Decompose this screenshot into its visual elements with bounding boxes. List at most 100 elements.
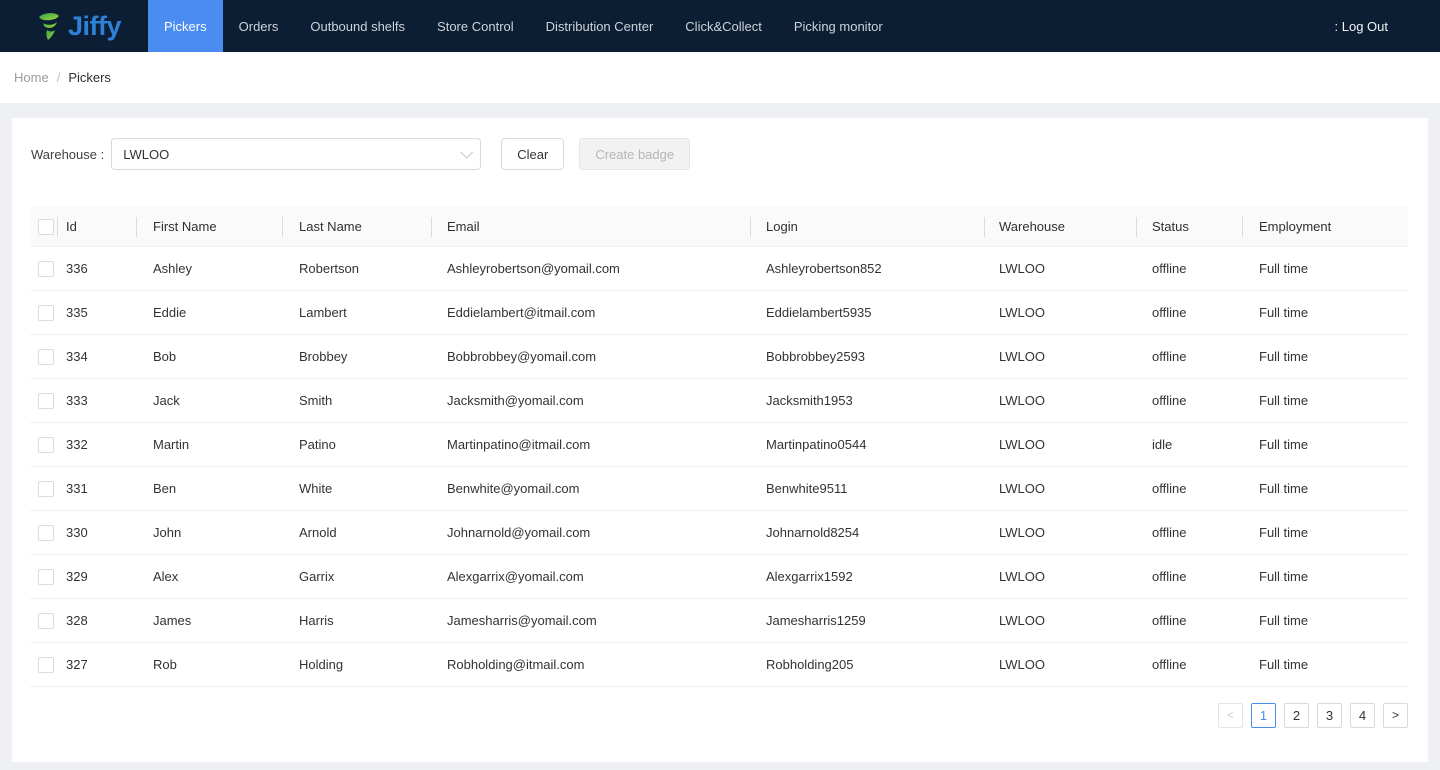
cell-warehouse: LWLOO bbox=[999, 437, 1045, 452]
row-checkbox[interactable] bbox=[38, 480, 54, 497]
cell-warehouse: LWLOO bbox=[999, 305, 1045, 320]
cell-employment: Full time bbox=[1259, 393, 1309, 408]
cell-last-name: Harris bbox=[299, 613, 334, 628]
table-row[interactable]: 335 Eddie Lambert Eddielambert@itmail.co… bbox=[30, 291, 1408, 335]
cell-login: Alexgarrix1592 bbox=[766, 569, 853, 584]
logo: Jiffy bbox=[0, 0, 148, 52]
chevron-down-icon bbox=[460, 145, 474, 159]
create-badge-button[interactable]: Create badge bbox=[579, 138, 691, 170]
nav-item-click-collect[interactable]: Click&Collect bbox=[669, 0, 778, 52]
nav-item-store-control[interactable]: Store Control bbox=[421, 0, 530, 52]
header-cell-status: Status bbox=[1137, 207, 1243, 246]
cell-email: Johnarnold@yomail.com bbox=[447, 525, 591, 540]
cell-warehouse: LWLOO bbox=[999, 261, 1045, 276]
row-checkbox[interactable] bbox=[38, 524, 54, 541]
nav-items: Pickers Orders Outbound shelfs Store Contro… bbox=[148, 0, 899, 52]
table-row[interactable]: 328 James Harris Jamesharris@yomail.com … bbox=[30, 599, 1408, 643]
table-row[interactable]: 327 Rob Holding Robholding@itmail.com Ro… bbox=[30, 643, 1408, 687]
cell-first-name: James bbox=[153, 613, 192, 628]
cell-checkbox bbox=[30, 335, 58, 378]
header-cell-checkbox bbox=[30, 207, 58, 246]
cell-employment: Full time bbox=[1259, 613, 1309, 628]
cell-first-name: Eddie bbox=[153, 305, 187, 320]
cell-id: 332 bbox=[66, 437, 88, 452]
warehouse-select-value: LWLOO bbox=[123, 146, 170, 162]
table-row[interactable]: 331 Ben White Benwhite@yomail.com Benwhi… bbox=[30, 467, 1408, 511]
cell-login: Eddielambert5935 bbox=[766, 305, 872, 320]
table-row[interactable]: 336 Ashley Robertson Ashleyrobertson@yom… bbox=[30, 247, 1408, 291]
table-row[interactable]: 334 Bob Brobbey Bobbrobbey@yomail.com Bo… bbox=[30, 335, 1408, 379]
cell-employment: Full time bbox=[1259, 261, 1309, 276]
clear-button[interactable]: Clear bbox=[501, 138, 565, 170]
pagination-page-3[interactable]: 3 bbox=[1317, 703, 1342, 728]
cell-email: Eddielambert@itmail.com bbox=[447, 305, 596, 320]
cell-last-name: Patino bbox=[299, 437, 336, 452]
table-row[interactable]: 333 Jack Smith Jacksmith@yomail.com Jack… bbox=[30, 379, 1408, 423]
table-body: 336 Ashley Robertson Ashleyrobertson@yom… bbox=[30, 247, 1408, 687]
row-checkbox[interactable] bbox=[38, 392, 54, 409]
cell-id: 335 bbox=[66, 305, 88, 320]
cell-last-name: Garrix bbox=[299, 569, 335, 584]
row-checkbox[interactable] bbox=[38, 348, 54, 365]
cell-first-name: Alex bbox=[153, 569, 179, 584]
cell-checkbox bbox=[30, 379, 58, 422]
table-row[interactable]: 330 John Arnold Johnarnold@yomail.com Jo… bbox=[30, 511, 1408, 555]
cell-last-name: White bbox=[299, 481, 333, 496]
cell-employment: Full time bbox=[1259, 569, 1309, 584]
nav-item-distribution-center[interactable]: Distribution Center bbox=[530, 0, 670, 52]
cell-first-name: Jack bbox=[153, 393, 180, 408]
select-all-checkbox[interactable] bbox=[38, 218, 54, 235]
table-row[interactable]: 329 Alex Garrix Alexgarrix@yomail.com Al… bbox=[30, 555, 1408, 599]
cell-last-name: Brobbey bbox=[299, 349, 348, 364]
pagination-prev-icon[interactable]: < bbox=[1218, 703, 1243, 728]
header-cell-login: Login bbox=[751, 207, 985, 246]
cell-status: offline bbox=[1152, 569, 1187, 584]
warehouse-select[interactable]: LWLOO bbox=[111, 138, 482, 170]
warehouse-label: Warehouse : bbox=[31, 146, 105, 162]
cell-id: 327 bbox=[66, 657, 88, 672]
pagination-page-4[interactable]: 4 bbox=[1350, 703, 1375, 728]
cell-employment: Full time bbox=[1259, 349, 1309, 364]
cell-checkbox bbox=[30, 555, 58, 598]
cell-checkbox bbox=[30, 247, 58, 290]
pagination-next-icon[interactable]: > bbox=[1383, 703, 1408, 728]
row-checkbox[interactable] bbox=[38, 656, 54, 673]
header-cell-employment: Employment bbox=[1259, 219, 1332, 234]
nav-item-outbound-shelfs[interactable]: Outbound shelfs bbox=[294, 0, 421, 52]
row-checkbox[interactable] bbox=[38, 304, 54, 321]
header-cell-first-name: First Name bbox=[137, 207, 283, 246]
cell-employment: Full time bbox=[1259, 437, 1309, 452]
cell-id: 334 bbox=[66, 349, 88, 364]
cell-login: Bobbrobbey2593 bbox=[766, 349, 866, 364]
table-row[interactable]: 332 Martin Patino Martinpatino@itmail.co… bbox=[30, 423, 1408, 467]
cell-status: idle bbox=[1152, 437, 1173, 452]
cell-id: 330 bbox=[66, 525, 88, 540]
row-checkbox[interactable] bbox=[38, 568, 54, 585]
cell-id: 333 bbox=[66, 393, 88, 408]
pagination-page-2[interactable]: 2 bbox=[1284, 703, 1309, 728]
cell-last-name: Holding bbox=[299, 657, 344, 672]
header-cell-warehouse: Warehouse bbox=[985, 207, 1137, 246]
cell-last-name: Robertson bbox=[299, 261, 359, 276]
logout-button[interactable]: : Log Out bbox=[1335, 0, 1440, 52]
row-checkbox[interactable] bbox=[38, 436, 54, 453]
pagination-page-1[interactable]: 1 bbox=[1251, 703, 1276, 728]
cell-first-name: Rob bbox=[153, 657, 177, 672]
nav-item-orders[interactable]: Orders bbox=[223, 0, 295, 52]
cell-employment: Full time bbox=[1259, 305, 1309, 320]
cell-checkbox bbox=[30, 467, 58, 510]
cell-email: Alexgarrix@yomail.com bbox=[447, 569, 584, 584]
row-checkbox[interactable] bbox=[38, 612, 54, 629]
cell-id: 329 bbox=[66, 569, 88, 584]
cell-email: Martinpatino@itmail.com bbox=[447, 437, 591, 452]
header-cell-email: Email bbox=[432, 207, 751, 246]
row-checkbox[interactable] bbox=[38, 260, 54, 277]
breadcrumb-home[interactable]: Home bbox=[14, 70, 49, 85]
cell-status: offline bbox=[1152, 261, 1187, 276]
nav-item-pickers[interactable]: Pickers bbox=[148, 0, 223, 52]
cell-warehouse: LWLOO bbox=[999, 657, 1045, 672]
cell-status: offline bbox=[1152, 481, 1187, 496]
nav-item-picking-monitor[interactable]: Picking monitor bbox=[778, 0, 899, 52]
cell-warehouse: LWLOO bbox=[999, 393, 1045, 408]
cell-login: Johnarnold8254 bbox=[766, 525, 860, 540]
